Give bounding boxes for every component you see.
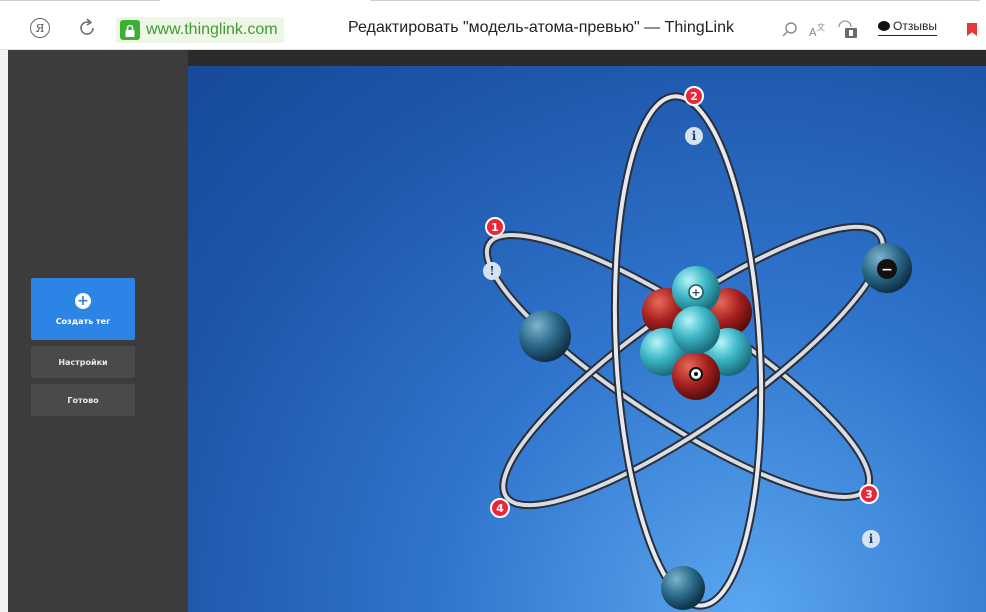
tag-label: 4 [496,501,504,515]
url-text: www.thinglink.com [146,21,278,38]
tag-label: 2 [690,89,698,103]
nucleus-plus-glyph: + [691,286,700,299]
info-glyph: i [691,129,697,143]
settings-button[interactable]: Настройки [31,346,135,378]
svg-text:文: 文 [817,22,825,32]
alert-glyph: ! [489,264,495,278]
tag-label: 1 [491,220,499,234]
tag-marker-1[interactable]: 1 [485,217,505,237]
tag-label: 3 [865,487,873,501]
bookmark-icon[interactable] [967,23,977,36]
yandex-glyph: Я [35,21,45,35]
lock-icon [120,20,140,40]
feedback-label: Отзывы [893,19,937,33]
tag-marker-4[interactable]: 4 [490,498,510,518]
search-icon[interactable] [780,20,800,40]
create-tag-button[interactable]: + Создать тег [31,278,135,340]
reload-icon[interactable] [76,17,98,39]
tab-edge-left [0,0,160,6]
done-button[interactable]: Готово [31,384,135,416]
image-canvas[interactable]: + − 1 2 3 4 i i ! [188,66,986,612]
feedback-button[interactable]: Отзывы [878,19,937,36]
tab-edge-right [370,0,980,6]
plus-circle-icon: + [75,292,91,309]
browser-toolbar: Я www.thinglink.com Редактировать "модел… [0,0,986,50]
yandex-icon[interactable]: Я [30,18,50,38]
electron-minus-glyph: − [881,262,893,278]
window-edge [0,50,8,612]
feedback-icon [878,21,890,31]
info-icon[interactable]: i [685,127,703,145]
tag-marker-3[interactable]: 3 [859,484,879,504]
page-title: Редактировать "модель-атома-превью" — Th… [348,19,734,36]
extension-icon[interactable] [836,20,862,40]
editor-sidebar: + Создать тег Настройки Готово [8,50,188,612]
svg-text:A: A [809,26,817,39]
alert-icon[interactable]: ! [483,262,501,280]
tag-marker-2[interactable]: 2 [684,86,704,106]
translate-icon[interactable]: A 文 [808,20,828,40]
address-bar[interactable]: www.thinglink.com [116,17,284,43]
info-icon[interactable]: i [862,530,880,548]
info-glyph: i [868,532,874,546]
create-tag-label: Создать тег [55,316,111,326]
done-label: Готово [67,395,99,405]
canvas-header [188,50,986,66]
settings-label: Настройки [58,357,108,367]
